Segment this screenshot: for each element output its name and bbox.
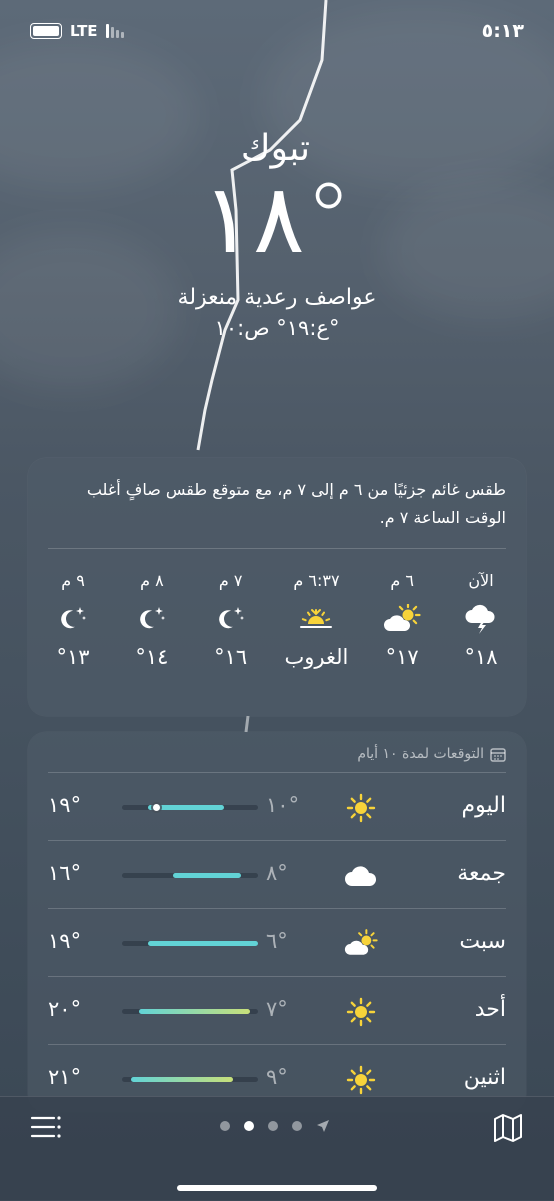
hour-label: الآن	[468, 571, 494, 590]
hourly-summary: طقس غائم جزئيًا من ٦ م إلى ٧ م، مع متوقع…	[86, 480, 506, 527]
map-button[interactable]	[492, 1111, 524, 1143]
hourly-list[interactable]: الآن ١٨° ٦ م ١٧° ٦:٣٧ م الغروب ٧ م ١٦° ٨ م ١…	[28, 549, 526, 671]
hour-value: ١٦°	[214, 645, 248, 669]
hour-value: ١٤°	[135, 645, 169, 669]
forecast-day: اليوم	[461, 793, 506, 818]
home-indicator[interactable]	[177, 1185, 377, 1191]
forecast-low: ١٠°	[266, 793, 300, 817]
cloud-icon	[344, 859, 378, 893]
hour-value: ١٨°	[464, 645, 498, 669]
status-bar: LTE ٥:١٣	[0, 16, 554, 48]
temperature-range-bar	[173, 873, 241, 878]
network-type: LTE	[70, 22, 98, 40]
current-temperature: ١٨°	[201, 163, 354, 275]
calendar-icon	[490, 747, 506, 762]
hour-item: ٨ م ١٤°	[127, 571, 177, 671]
sun-icon	[344, 791, 378, 825]
temperature-range-track	[122, 873, 258, 878]
temperature-range-track	[122, 941, 258, 946]
forecast-low: ٨°	[266, 861, 288, 885]
partly-cloudy-icon	[383, 593, 421, 645]
forecast-row[interactable]: أحد ٧° ٢٠°	[48, 976, 506, 1044]
sunset-icon	[298, 593, 334, 645]
map-icon	[494, 1114, 522, 1142]
battery-icon	[30, 23, 62, 39]
forecast-day: اثنين	[463, 1065, 506, 1090]
temperature-range-track	[122, 1009, 258, 1014]
forecast-row[interactable]: سبت ٦° ١٩°	[48, 908, 506, 976]
hour-label: ٦ م	[390, 571, 414, 590]
temperature-range-track	[122, 804, 258, 811]
bottom-toolbar	[0, 1096, 554, 1201]
hour-value: ١٣°	[56, 645, 90, 669]
temperature-range-track	[122, 1077, 258, 1082]
forecast-high: ١٦°	[48, 861, 82, 885]
current-weather: تبوك ١٨° عواصف رعدية منعزلة ع:١٩° ص:١٠°	[0, 128, 554, 340]
forecast-day: أحد	[474, 997, 506, 1022]
list-menu-button[interactable]	[30, 1113, 62, 1141]
moon-stars-icon	[137, 593, 167, 645]
hour-label: ٨ م	[140, 571, 164, 590]
hourly-forecast-card[interactable]: طقس غائم جزئيًا من ٦ م إلى ٧ م، مع متوقع…	[28, 458, 526, 716]
hour-item: ٩ م ١٣°	[48, 571, 98, 671]
partly-cloudy-icon	[344, 927, 378, 961]
forecast-day: سبت	[459, 929, 506, 954]
sun-icon	[344, 995, 378, 1029]
status-left: LTE	[30, 22, 124, 40]
signal-icon	[105, 24, 124, 38]
forecast-header: التوقعات لمدة ١٠ أيام	[28, 732, 526, 772]
forecast-day: جمعة	[457, 861, 506, 886]
forecast-high: ٢١°	[48, 1065, 82, 1089]
moon-stars-icon	[58, 593, 88, 645]
forecast-days: اليوم ١٠° ١٩° جمعة ٨° ١٦° سبت ٦° ١٩° أحد ٧°…	[28, 772, 526, 1112]
page-dot[interactable]	[292, 1121, 302, 1131]
forecast-high: ٢٠°	[48, 997, 82, 1021]
forecast-low: ٩°	[266, 1065, 288, 1089]
hour-item: الآن ١٨°	[456, 571, 506, 671]
sun-icon	[344, 1063, 378, 1097]
temperature-range-bar	[130, 1077, 233, 1082]
temperature-range-bar	[147, 941, 258, 946]
forecast-low: ٦°	[266, 929, 288, 953]
page-dot[interactable]	[220, 1121, 230, 1131]
high-low-text: ع:١٩° ص:١٠°	[214, 316, 340, 340]
forecast-row[interactable]: جمعة ٨° ١٦°	[48, 840, 506, 908]
temperature-range-bar	[139, 1009, 250, 1014]
page-dot-active[interactable]	[244, 1121, 254, 1131]
hour-item: ٧ م ١٦°	[206, 571, 256, 671]
hour-label: ٦:٣٧ م	[293, 571, 340, 590]
page-indicator[interactable]	[220, 1119, 330, 1133]
thunderstorm-icon	[464, 593, 498, 645]
list-icon	[30, 1116, 61, 1138]
hour-value: ١٧°	[385, 645, 419, 669]
forecast-title: التوقعات لمدة ١٠ أيام	[357, 746, 484, 762]
ten-day-forecast-card[interactable]: التوقعات لمدة ١٠ أيام اليوم ١٠° ١٩° جمعة …	[28, 732, 526, 1112]
forecast-high: ١٩°	[48, 929, 82, 953]
moon-stars-icon	[216, 593, 246, 645]
current-temp-dot	[153, 804, 160, 811]
hour-label: ٩ م	[61, 571, 85, 590]
status-time: ٥:١٣	[481, 20, 524, 42]
hour-item: ٦ م ١٧°	[377, 571, 427, 671]
page-dot[interactable]	[268, 1121, 278, 1131]
hour-value: الغروب	[284, 645, 349, 669]
condition-text: عواصف رعدية منعزلة	[177, 285, 377, 310]
forecast-high: ١٩°	[48, 793, 82, 817]
hour-item: ٦:٣٧ م الغروب	[285, 571, 349, 671]
forecast-low: ٧°	[266, 997, 288, 1021]
forecast-row[interactable]: اليوم ١٠° ١٩°	[48, 772, 506, 840]
hour-label: ٧ م	[218, 571, 243, 590]
location-arrow-icon[interactable]	[316, 1119, 330, 1133]
